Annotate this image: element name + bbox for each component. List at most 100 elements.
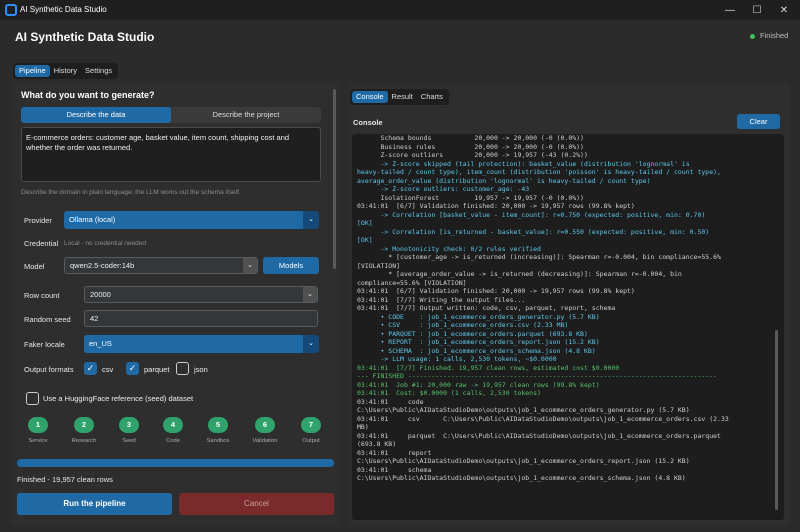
- console-line: IsolationForest 19,957 -> 19,957 (-0 (0.…: [357, 193, 584, 202]
- console-line: • REPORT : job_1_ecommerce_orders_report…: [357, 338, 600, 346]
- mode-describe-project[interactable]: Describe the project: [171, 107, 321, 123]
- console-line: 03:41:01 [6/7] Validation finished: 20,0…: [357, 287, 635, 295]
- models-button[interactable]: Models: [263, 257, 319, 274]
- row-count-label: Row count: [24, 291, 60, 300]
- console-lines: Schema bounds 20,000 -> 20,000 (-0 (0.0%…: [357, 134, 775, 483]
- console-line: C:\Users\Public\AIDataStudioDemo\outputs…: [357, 474, 686, 482]
- console-line: 03:41:01 report: [357, 448, 432, 457]
- console-line: 03:41:01 code: [357, 397, 424, 406]
- left-scrollbar[interactable]: [333, 89, 336, 269]
- step-label: Service: [28, 438, 48, 444]
- mode-selector: Describe the data Describe the project: [21, 107, 321, 123]
- console-line: 03:41:01 [6/7] Validation finished: 20,0…: [357, 202, 635, 210]
- console-line: • PARQUET : job_1_ecommerce_orders.parqu…: [357, 329, 588, 338]
- step-label: Research: [71, 438, 97, 444]
- chevron-down-icon: ⌄: [303, 211, 319, 229]
- close-button[interactable]: ✕: [770, 0, 798, 20]
- tab-settings[interactable]: Settings: [81, 65, 116, 77]
- seed-field[interactable]: 42: [84, 310, 318, 327]
- console-scrollbar[interactable]: [775, 330, 778, 510]
- faker-value: en_US: [89, 339, 112, 348]
- console-line: • CSV : job_1_ecommerce_orders.csv (2.33…: [357, 321, 569, 329]
- console-line: C:\Users\Public\AIDataStudioDemo\outputs…: [357, 457, 690, 465]
- tab-console[interactable]: Console: [352, 91, 388, 103]
- window-title: AI Synthetic Data Studio: [20, 5, 107, 14]
- step-circle: 4: [163, 417, 183, 433]
- step-circle: 1: [28, 417, 48, 433]
- model-value: qwen2.5-coder:14b: [70, 261, 135, 270]
- console-line: -> Monotonicity check: 0/2 rules verifie…: [357, 244, 541, 253]
- csv-checkbox[interactable]: ✓: [84, 362, 97, 375]
- step-label: Output: [302, 438, 320, 444]
- app-header: AI Synthetic Data Studio Finished: [0, 20, 800, 57]
- run-pipeline-button[interactable]: Run the pipeline: [17, 493, 172, 515]
- hf-label: Use a HuggingFace reference (seed) datas…: [43, 394, 194, 403]
- prompt-hint: Describe the domain in plain language; t…: [21, 189, 241, 196]
- parquet-checkbox[interactable]: ✓: [126, 362, 139, 375]
- console-line: compliance=55.6% [VIOLATION]: [357, 278, 467, 287]
- minimize-button[interactable]: —: [716, 0, 744, 20]
- row-count-field[interactable]: 20000 ⌄: [84, 286, 318, 303]
- tab-pipeline[interactable]: Pipeline: [15, 65, 50, 77]
- console-line: 03:41:01 [7/7] Writing the output files.…: [357, 295, 526, 304]
- prompt-textarea[interactable]: E-commerce orders: customer age, basket …: [21, 127, 321, 182]
- console-line: 03:41:01 schema: [357, 465, 432, 474]
- model-dropdown[interactable]: qwen2.5-coder:14b ⌄: [64, 257, 258, 274]
- faker-dropdown[interactable]: en_US ⌄: [84, 335, 319, 353]
- console-line: [OK]: [357, 236, 373, 244]
- console-output[interactable]: Schema bounds 20,000 -> 20,000 (-0 (0.0%…: [352, 134, 784, 520]
- console-line: -> Z-score skipped (tail protection): ba…: [357, 159, 690, 168]
- step-label: Seed: [122, 438, 136, 444]
- console-line: Business rules 20,000 -> 20,000 (-0 (0.0…: [357, 142, 584, 151]
- console-line: Z-score outliers 20,000 -> 19,957 (-43 (…: [357, 151, 588, 159]
- console-line: (693.8 KB): [357, 440, 397, 448]
- hf-checkbox[interactable]: [26, 392, 39, 405]
- step-label: Sandbox: [206, 438, 230, 444]
- main-tabbar: Pipeline History Settings: [13, 63, 119, 79]
- tab-history[interactable]: History: [50, 65, 81, 77]
- maximize-button[interactable]: ☐: [743, 0, 771, 20]
- provider-dropdown[interactable]: Ollama (local) ⌄: [64, 211, 319, 229]
- output-formats-label: Output formats: [24, 365, 74, 374]
- console-line: * [customer_age -> is_returned (increasi…: [357, 253, 721, 261]
- console-line: * [average_order_value -> is_returned (d…: [357, 270, 682, 278]
- status-text: Finished: [760, 31, 789, 40]
- json-label: json: [194, 365, 208, 374]
- step-circle: 5: [208, 417, 228, 433]
- chevron-down-icon: ⌄: [303, 335, 319, 353]
- tab-result[interactable]: Result: [388, 91, 417, 103]
- console-line: -> LLM usage: 1 calls, 2,530 tokens, ~$0…: [357, 355, 557, 363]
- console-line: 03:41:01 [7/7] Finished. 19,957 clean ro…: [357, 363, 620, 372]
- console-line: -> Correlation [basket_value - item_coun…: [357, 210, 706, 219]
- console-line: -> Correlation [is_returned - basket_val…: [357, 227, 710, 236]
- cancel-button[interactable]: Cancel: [179, 493, 334, 515]
- section-title: What do you want to generate?: [21, 90, 155, 100]
- console-line: • CODE : job_1_ecommerce_orders_generato…: [357, 312, 600, 321]
- console-line: MB): [357, 423, 369, 431]
- console-line: 03:41:01 csv C:\Users\Public\AIDataStudi…: [357, 414, 729, 423]
- step-label: Validation: [252, 438, 278, 444]
- console-line: C:\Users\Public\AIDataStudioDemo\outputs…: [357, 406, 690, 414]
- step-label: Code: [166, 438, 180, 444]
- step-circle: 6: [255, 417, 275, 433]
- step-circle: 2: [74, 417, 94, 433]
- console-line: --- FINISHED ---------------------------…: [357, 372, 718, 380]
- console-line: Schema bounds 20,000 -> 20,000 (-0 (0.0%…: [357, 134, 584, 142]
- json-checkbox[interactable]: [176, 362, 189, 375]
- console-line: 03:41:01 parquet C:\Users\Public\AIDataS…: [357, 431, 721, 440]
- console-line: [OK]: [357, 219, 373, 227]
- pipeline-status: Finished - 19,957 clean rows: [17, 475, 113, 484]
- clear-button[interactable]: Clear: [737, 114, 780, 129]
- app-heading: AI Synthetic Data Studio: [15, 30, 155, 44]
- console-line: heavy-tailed / count type), item_count (…: [357, 168, 721, 176]
- tab-charts[interactable]: Charts: [417, 91, 447, 103]
- console-line: -> Z-score outliers: customer_age: -43: [357, 185, 530, 193]
- console-line: average_order_value (distribution 'logno…: [357, 176, 651, 185]
- faker-label: Faker locale: [24, 340, 65, 349]
- console-line: 03:41:01 [7/7] Output written: code, csv…: [357, 304, 616, 312]
- app-icon: [5, 4, 17, 16]
- mode-describe-data[interactable]: Describe the data: [21, 107, 171, 123]
- chevron-down-icon: ⌄: [303, 287, 317, 302]
- status-dot-icon: [750, 34, 755, 39]
- console-line: 03:41:01 Job #1: 20,000 raw -> 19,957 cl…: [357, 380, 600, 389]
